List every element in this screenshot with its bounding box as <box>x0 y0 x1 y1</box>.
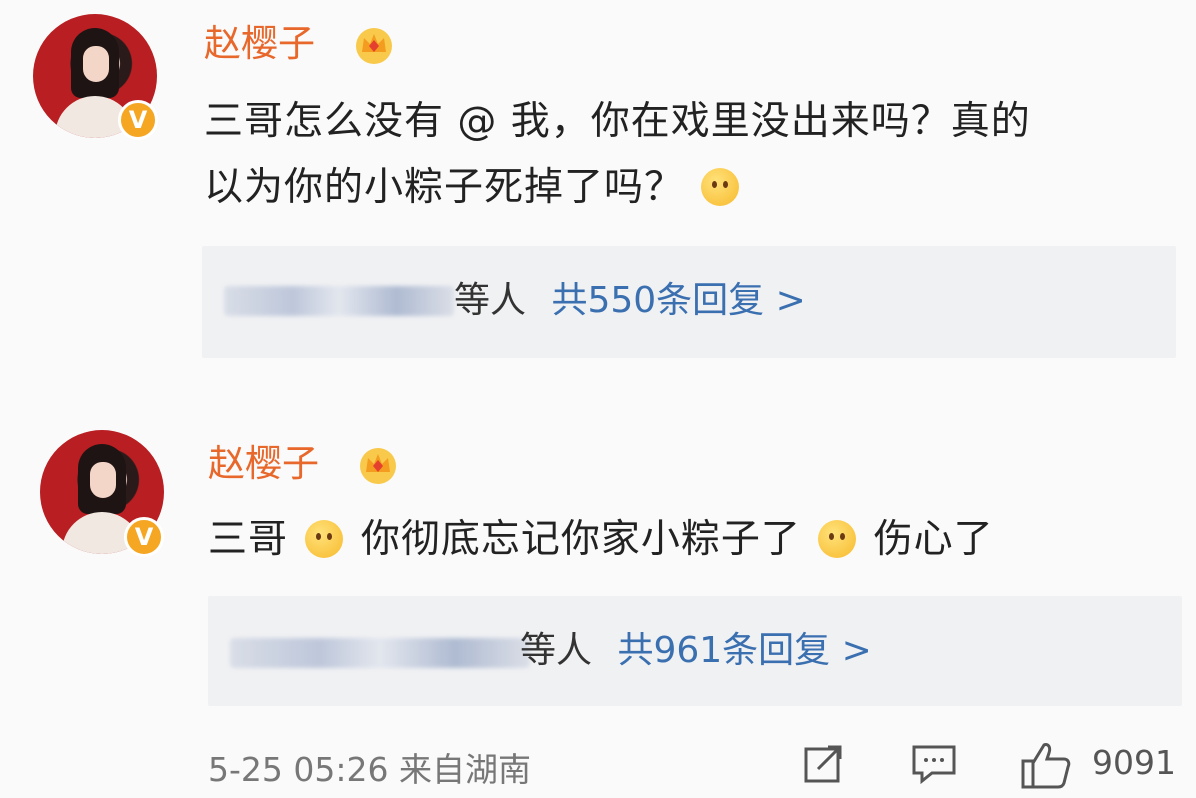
verified-badge-icon: V <box>124 517 164 557</box>
reply-who: 等人 <box>520 630 593 671</box>
comment-text-part2: 你彻底忘记你家小粽子了 <box>360 517 801 562</box>
username[interactable]: 赵樱子 <box>208 442 319 486</box>
reply-who: 等人 <box>454 280 527 321</box>
reply-line: 等人 共550条回复 > <box>454 279 806 323</box>
comment-text-line2: 以为你的小粽子死掉了吗？ <box>204 158 743 218</box>
comment-text-line1: 三哥怎么没有 @ 我，你在戏里没出来吗？真的 <box>204 99 1031 144</box>
sad-face-icon <box>701 168 740 206</box>
timestamp-location: 5-25 05:26 来自湖南 <box>208 750 531 789</box>
sad-face-icon <box>818 520 857 558</box>
blurred-usernames <box>224 286 454 316</box>
username[interactable]: 赵樱子 <box>204 22 315 66</box>
comment-icon[interactable] <box>910 739 958 787</box>
reply-count-link[interactable]: 共961条回复 > <box>617 630 871 671</box>
reply-summary[interactable]: 等人 共550条回复 > <box>202 246 1176 358</box>
share-icon[interactable] <box>800 739 848 787</box>
crown-icon <box>360 448 396 484</box>
smile-face-icon <box>305 520 344 558</box>
blurred-usernames <box>230 638 530 668</box>
comment-text-part1: 三哥 <box>208 517 289 562</box>
like-icon[interactable] <box>1020 739 1072 791</box>
comment-text-part3: 伤心了 <box>873 517 994 562</box>
reply-line: 等人 共961条回复 > <box>520 629 872 673</box>
comment-text: 三哥 你彻底忘记你家小粽子了 伤心了 <box>208 510 994 570</box>
crown-icon <box>356 28 392 64</box>
comment-footer: 5-25 05:26 来自湖南 9091 <box>0 735 1196 795</box>
like-count: 9091 <box>1092 743 1176 782</box>
verified-badge-icon: V <box>118 100 158 140</box>
reply-count-link[interactable]: 共550条回复 > <box>551 280 805 321</box>
reply-summary[interactable]: 等人 共961条回复 > <box>208 596 1182 706</box>
comment-text: 以为你的小粽子死掉了吗？ <box>204 165 685 210</box>
